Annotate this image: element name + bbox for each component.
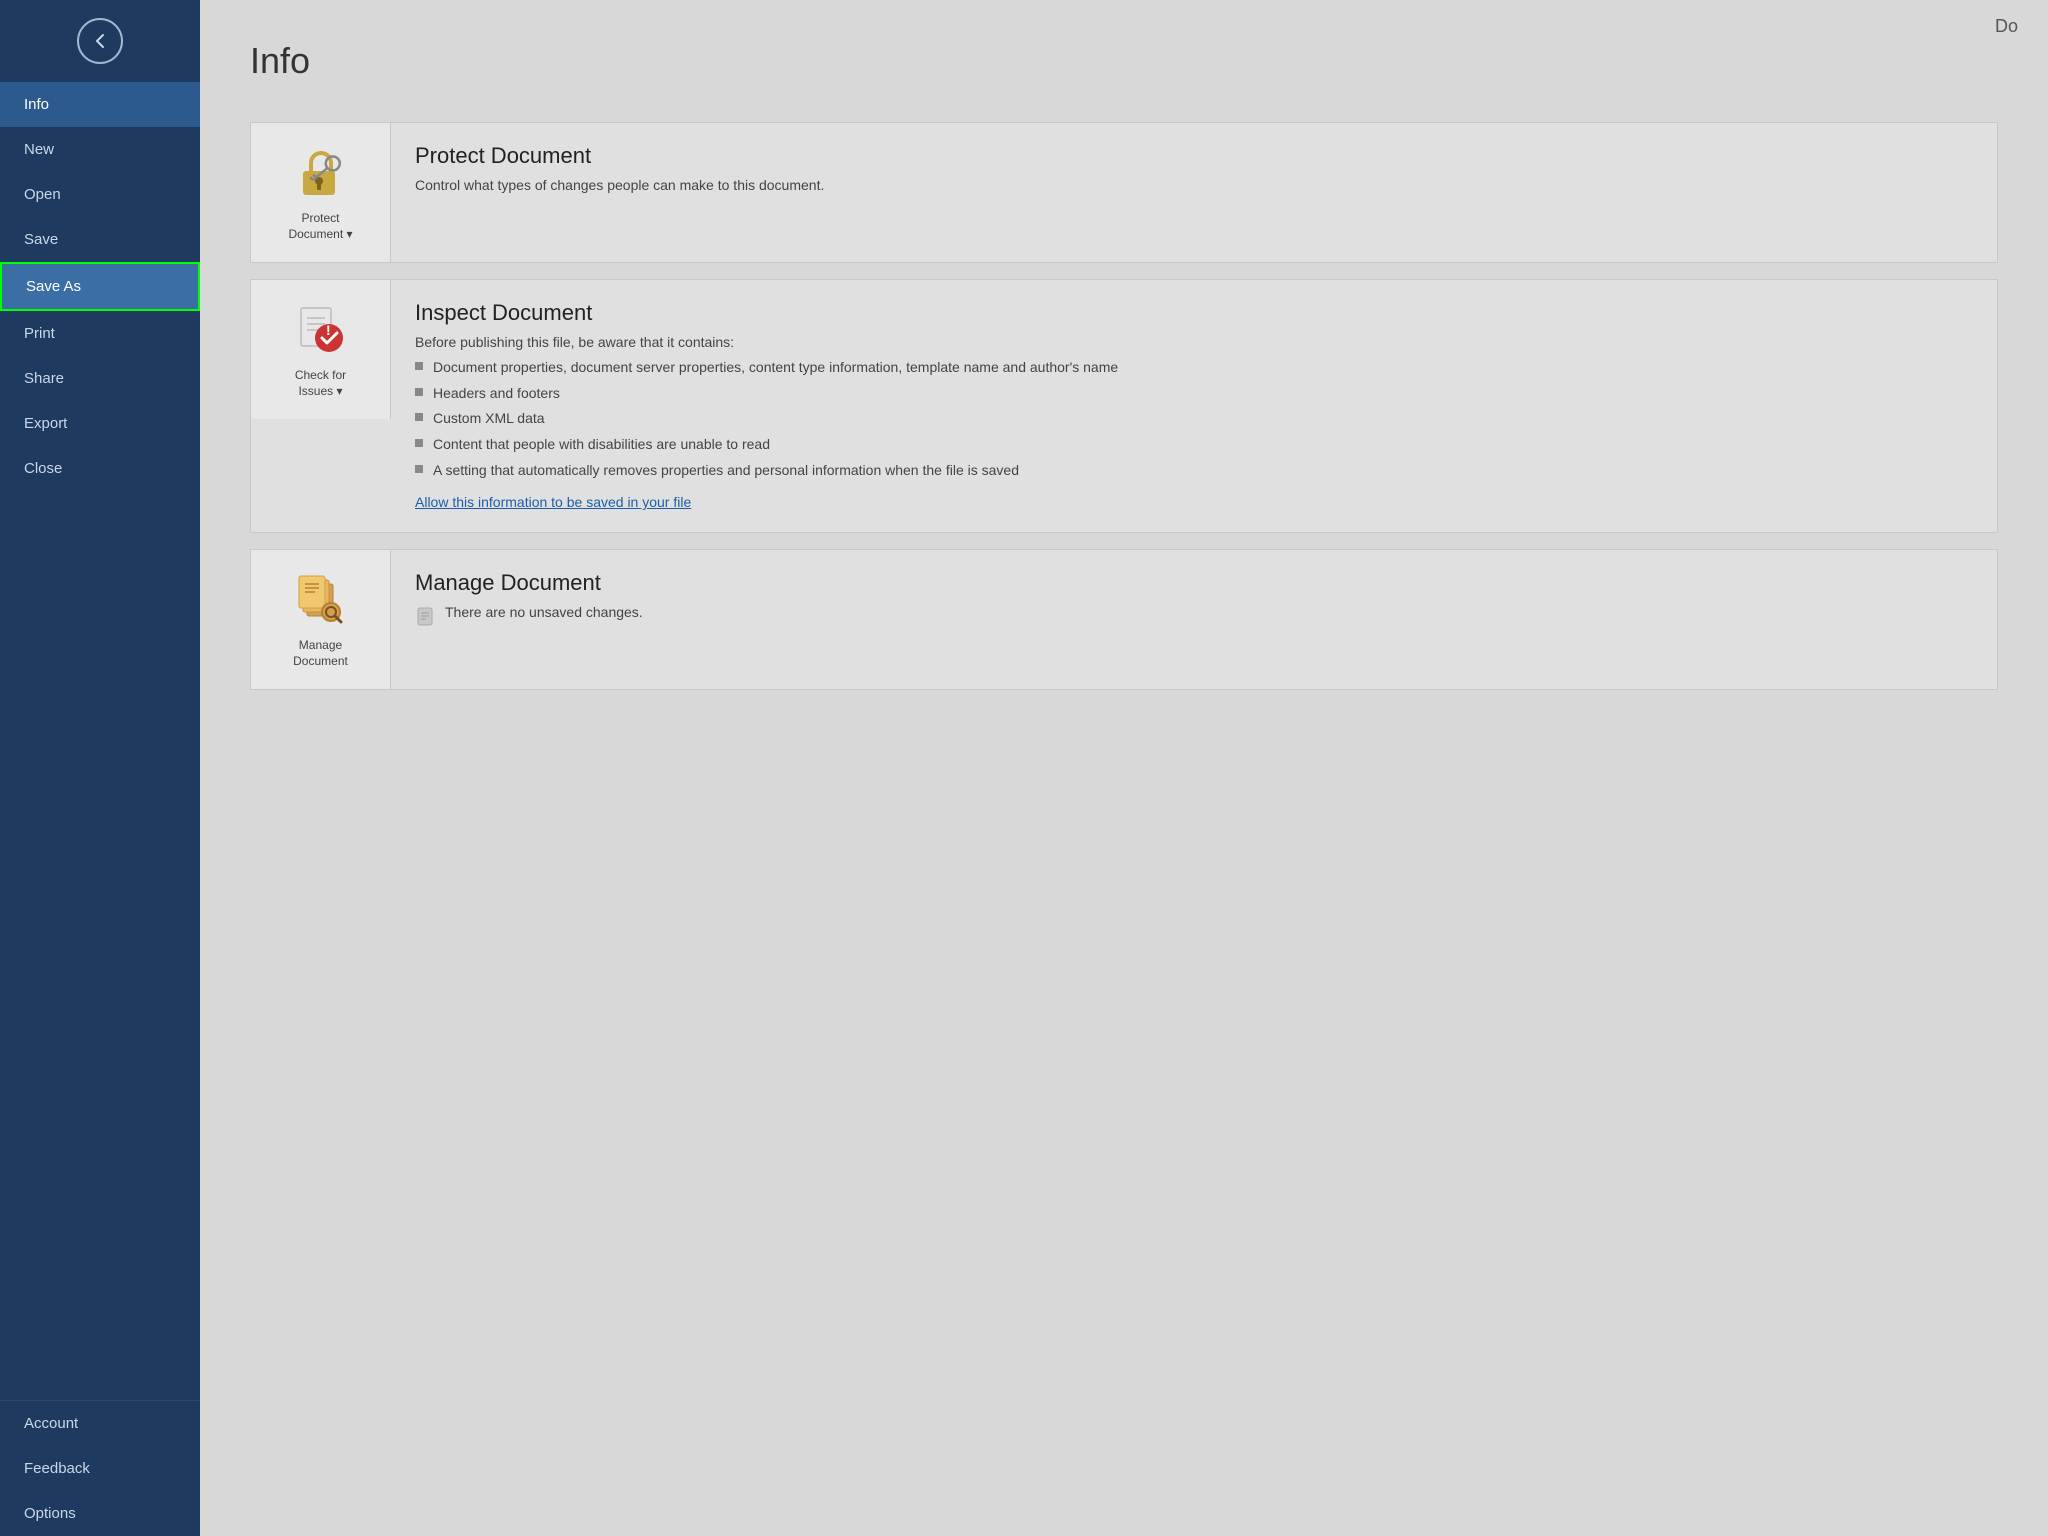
sidebar-item-options[interactable]: Options bbox=[0, 1491, 200, 1536]
back-arrow-icon bbox=[77, 18, 123, 64]
back-button[interactable] bbox=[0, 0, 200, 82]
bullet-item-5: A setting that automatically removes pro… bbox=[415, 461, 1973, 481]
inspect-bullet-list: Document properties, document server pro… bbox=[415, 358, 1973, 480]
svg-text:!: ! bbox=[326, 322, 331, 338]
sidebar-item-print[interactable]: Print bbox=[0, 311, 200, 356]
inspect-document-content: Inspect Document Before publishing this … bbox=[391, 280, 1997, 532]
check-issues-icon: ! bbox=[291, 300, 351, 360]
sidebar-item-close[interactable]: Close bbox=[0, 446, 200, 491]
lock-key-icon bbox=[291, 143, 351, 203]
manage-document-content: Manage Document There are no unsaved cha… bbox=[391, 550, 1997, 648]
sidebar-item-export[interactable]: Export bbox=[0, 401, 200, 446]
sidebar: Info New Open Save Save As Print Share E… bbox=[0, 0, 200, 1536]
manage-document-desc: There are no unsaved changes. bbox=[445, 604, 643, 620]
inspect-document-icon-area[interactable]: ! Check for Issues ▾ bbox=[251, 280, 391, 419]
sidebar-item-feedback[interactable]: Feedback bbox=[0, 1446, 200, 1491]
bullet-item-2: Headers and footers bbox=[415, 384, 1973, 404]
protect-document-card: Protect Document ▾ Protect Document Cont… bbox=[250, 122, 1998, 263]
main-content: Do Info Protect Document bbox=[200, 0, 2048, 1536]
allow-info-link[interactable]: Allow this information to be saved in yo… bbox=[415, 494, 691, 510]
sidebar-bottom: Account Feedback Options bbox=[0, 1400, 200, 1536]
sidebar-item-new[interactable]: New bbox=[0, 127, 200, 172]
manage-document-icon-area[interactable]: Manage Document bbox=[251, 550, 391, 689]
bullet-item-4: Content that people with disabilities ar… bbox=[415, 435, 1973, 455]
protect-document-title: Protect Document bbox=[415, 143, 1973, 169]
bullet-square-icon bbox=[415, 413, 423, 421]
check-issues-icon-label: Check for Issues ▾ bbox=[295, 368, 346, 399]
sidebar-item-share[interactable]: Share bbox=[0, 356, 200, 401]
bullet-square-icon bbox=[415, 362, 423, 370]
inspect-document-card: ! Check for Issues ▾ Inspect Document Be… bbox=[250, 279, 1998, 533]
top-right-text: Do bbox=[1995, 16, 2018, 37]
sidebar-nav: Info New Open Save Save As Print Share E… bbox=[0, 82, 200, 1536]
no-changes-icon bbox=[415, 606, 435, 626]
manage-document-icon bbox=[291, 570, 351, 630]
sidebar-item-save-as[interactable]: Save As bbox=[0, 262, 200, 311]
protect-document-icon-label: Protect Document ▾ bbox=[288, 211, 352, 242]
inspect-document-title: Inspect Document bbox=[415, 300, 1973, 326]
sidebar-item-open[interactable]: Open bbox=[0, 172, 200, 217]
sidebar-item-account[interactable]: Account bbox=[0, 1401, 200, 1446]
sidebar-item-info[interactable]: Info bbox=[0, 82, 200, 127]
manage-document-title: Manage Document bbox=[415, 570, 1973, 596]
manage-document-card: Manage Document Manage Document There ar… bbox=[250, 549, 1998, 690]
bullet-item-3: Custom XML data bbox=[415, 409, 1973, 429]
manage-document-icon-label: Manage Document bbox=[293, 638, 348, 669]
bullet-square-icon bbox=[415, 465, 423, 473]
inspect-document-desc: Before publishing this file, be aware th… bbox=[415, 334, 1973, 350]
sidebar-item-save[interactable]: Save bbox=[0, 217, 200, 262]
bullet-square-icon bbox=[415, 439, 423, 447]
protect-document-icon-area[interactable]: Protect Document ▾ bbox=[251, 123, 391, 262]
bullet-square-icon bbox=[415, 388, 423, 396]
protect-document-content: Protect Document Control what types of c… bbox=[391, 123, 1997, 221]
protect-document-desc: Control what types of changes people can… bbox=[415, 177, 1973, 193]
page-title: Info bbox=[250, 40, 1998, 82]
bullet-item-1: Document properties, document server pro… bbox=[415, 358, 1973, 378]
